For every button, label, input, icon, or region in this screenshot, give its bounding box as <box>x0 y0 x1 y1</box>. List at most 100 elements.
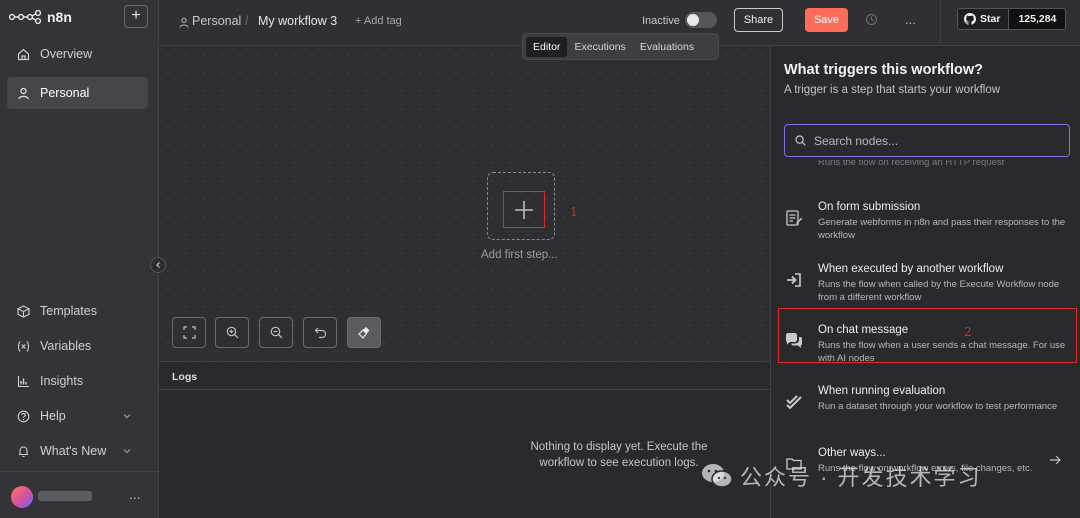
trigger-item-chat-message[interactable]: On chat message Runs the flow when a use… <box>771 316 1080 376</box>
trigger-item-description: Generate webforms in n8n and pass their … <box>818 217 1066 241</box>
save-button[interactable]: Save <box>805 8 848 32</box>
add-tag-link[interactable]: + Add tag <box>355 15 402 27</box>
project-icon <box>179 15 189 33</box>
search-field[interactable] <box>784 124 1070 157</box>
form-icon <box>784 208 804 228</box>
sidebar-item-label: Templates <box>40 304 97 318</box>
home-icon <box>17 48 30 61</box>
github-star-widget[interactable]: Star 125,284 <box>957 8 1067 30</box>
sidebar-item-personal[interactable]: Personal <box>7 77 148 109</box>
brand-name: n8n <box>47 9 72 25</box>
sidebar-item-label: Variables <box>40 339 92 353</box>
trigger-item-description: Run a dataset through your workflow to t… <box>818 401 1058 412</box>
workflow-canvas[interactable]: 1 Add first step... <box>159 46 770 361</box>
check-double-icon <box>784 392 804 412</box>
share-button[interactable]: Share <box>734 8 783 32</box>
sidebar-collapse-button[interactable] <box>150 257 166 273</box>
logs-panel-body: Nothing to display yet. Execute the work… <box>159 390 770 518</box>
tab-editor[interactable]: Editor <box>526 36 568 57</box>
user-name-redacted <box>38 491 92 501</box>
breadcrumb-project[interactable]: Personal <box>192 14 241 28</box>
box-icon <box>17 304 30 318</box>
zoom-out-icon <box>270 326 282 339</box>
tab-evaluations[interactable]: Evaluations <box>633 37 701 57</box>
search-input[interactable] <box>814 133 1054 148</box>
undo-icon <box>314 327 326 339</box>
tab-executions[interactable]: Executions <box>567 37 632 57</box>
more-options-button[interactable]: ... <box>905 12 916 27</box>
undo-button[interactable] <box>303 317 337 348</box>
annotation-marker-2: 2 <box>964 325 972 339</box>
history-icon[interactable] <box>865 13 878 31</box>
trigger-item-description: Runs the flow when a user sends a chat m… <box>818 340 1066 364</box>
variables-icon <box>17 340 30 353</box>
workflow-status-label: Inactive <box>642 15 680 27</box>
zoom-in-button[interactable] <box>215 317 249 348</box>
sidebar-item-label: Insights <box>40 374 84 388</box>
sidebar-item-templates[interactable]: Templates <box>7 295 148 327</box>
search-icon <box>795 135 806 146</box>
broom-icon <box>358 326 370 339</box>
bell-icon <box>17 445 30 458</box>
logs-title: Logs <box>172 371 198 383</box>
panel-subtitle: A trigger is a step that starts your wor… <box>784 84 1001 96</box>
avatar <box>11 486 33 508</box>
n8n-logo-icon <box>9 10 41 24</box>
breadcrumb-separator: / <box>245 14 249 28</box>
github-icon <box>964 13 976 25</box>
add-first-step-button[interactable] <box>503 191 545 228</box>
sidebar-item-label: What's New <box>40 444 107 458</box>
user-icon <box>17 87 30 100</box>
sidebar-item-variables[interactable]: Variables <box>7 330 148 362</box>
trigger-item-title: On chat message <box>818 324 909 336</box>
divider <box>940 0 941 46</box>
trigger-item-running-evaluation[interactable]: When running evaluation Run a dataset th… <box>771 377 1080 437</box>
workflow-name[interactable]: My workflow 3 <box>258 14 337 28</box>
panel-title: What triggers this workflow? <box>784 62 983 78</box>
github-star-button[interactable]: Star <box>958 9 1009 29</box>
trigger-item-description: Runs the flow when called by the Execute… <box>818 279 1060 303</box>
node-creator-panel: What triggers this workflow? A trigger i… <box>770 46 1080 518</box>
arrow-right-icon <box>1049 453 1061 469</box>
sign-in-icon <box>784 270 804 290</box>
logs-empty-message: Nothing to display yet. Execute the work… <box>530 441 708 469</box>
tidy-up-button[interactable] <box>347 317 381 348</box>
sidebar-item-insights[interactable]: Insights <box>7 365 148 397</box>
create-new-button[interactable]: + <box>124 5 148 28</box>
trigger-item-form-submission[interactable]: On form submission Generate webforms in … <box>771 193 1080 253</box>
sidebar-item-overview[interactable]: Overview <box>7 38 148 70</box>
plus-icon <box>515 200 533 219</box>
user-menu[interactable]: ... <box>0 471 159 518</box>
sidebar-item-label: Personal <box>40 86 90 100</box>
trigger-item-title: When running evaluation <box>818 385 946 397</box>
wechat-logo-icon <box>702 464 733 488</box>
user-menu-more[interactable]: ... <box>129 486 141 502</box>
sidebar-item-label: Help <box>40 409 66 423</box>
zoom-out-button[interactable] <box>259 317 293 348</box>
sidebar: n8n + Overview Personal Templates Variab… <box>0 0 159 518</box>
chevron-down-icon <box>122 445 132 459</box>
github-star-label: Star <box>980 13 1001 25</box>
annotation-marker-1: 1 <box>570 205 578 219</box>
trigger-item-executed-by-workflow[interactable]: When executed by another workflow Runs t… <box>771 255 1080 315</box>
watermark: 公众号 · 开发技术学习 <box>700 455 982 497</box>
logs-panel-header[interactable]: Logs <box>159 361 770 390</box>
activate-toggle[interactable] <box>685 12 717 28</box>
clipped-item-description: Runs the flow on receiving an HTTP reque… <box>818 160 1005 168</box>
chart-icon <box>17 375 30 388</box>
help-icon <box>17 410 30 423</box>
github-star-count: 125,284 <box>1008 9 1066 29</box>
n8n-logo[interactable]: n8n <box>9 9 72 25</box>
trigger-item-title: When executed by another workflow <box>818 263 1004 275</box>
trigger-item-title: On form submission <box>818 201 921 213</box>
sidebar-item-label: Overview <box>40 47 93 61</box>
chevron-left-icon <box>156 262 160 268</box>
sidebar-item-whats-new[interactable]: What's New <box>7 435 148 467</box>
fit-view-button[interactable] <box>172 317 206 348</box>
add-first-step-label: Add first step... <box>481 249 558 261</box>
watermark-text: 公众号 · 开发技术学习 <box>740 465 982 490</box>
sidebar-item-help[interactable]: Help <box>7 400 148 432</box>
chat-icon <box>784 331 804 351</box>
zoom-in-icon <box>226 326 238 339</box>
view-tabs: Editor Executions Evaluations <box>522 33 719 60</box>
